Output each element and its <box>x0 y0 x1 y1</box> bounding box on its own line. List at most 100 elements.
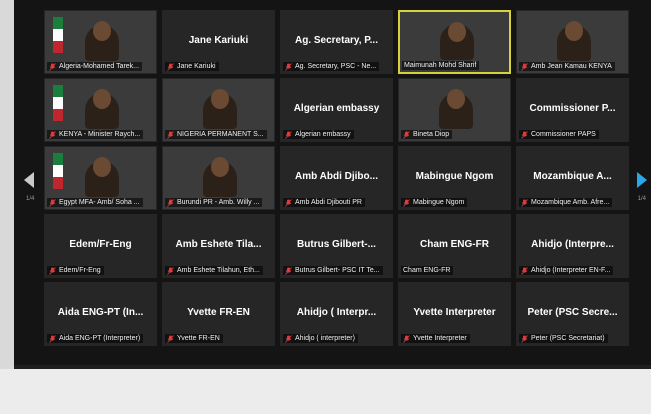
page-indicator-right: 1/4 <box>637 196 646 202</box>
participant-label: Cham ENG-FR <box>401 266 454 275</box>
participant-tile[interactable]: Maimunah Mohd Sharif <box>398 10 511 74</box>
participant-label-text: Bineta Diop <box>413 131 450 138</box>
participant-tile[interactable]: Amb Abdi Djibo... Amb Abdi Djibouti PR <box>280 146 393 210</box>
participant-tile[interactable]: Ahidjo ( Interpr... Ahidjo ( interpreter) <box>280 282 393 346</box>
participant-display-name: Yvette Interpreter <box>413 307 496 318</box>
participant-display-name: Commissioner P... <box>529 103 616 114</box>
desktop-edge <box>0 0 14 369</box>
participant-label-text: Ahidjo ( interpreter) <box>295 335 355 342</box>
participant-label-text: Butrus Gilbert- PSC IT Te... <box>295 267 380 274</box>
participant-label-text: Edem/Fr-Eng <box>59 267 101 274</box>
participant-display-name: Amb Eshete Tila... <box>175 239 262 250</box>
previous-page-icon[interactable] <box>24 172 34 188</box>
flag-graphic <box>53 17 63 53</box>
participant-display-name: Ahidjo ( Interpr... <box>296 307 377 318</box>
participant-label-text: Yvette FR-EN <box>177 335 220 342</box>
participant-label: KENYA - Minister Raych... <box>47 130 144 139</box>
participant-label-text: Mabingue Ngom <box>413 199 465 206</box>
participant-label-text: Ag. Secretary, PSC - Ne... <box>295 63 377 70</box>
participant-video-head <box>565 21 583 41</box>
participant-tile[interactable]: KENYA - Minister Raych... <box>44 78 157 142</box>
participant-label: Jane Kariuki <box>165 62 219 71</box>
muted-microphone-icon <box>167 62 174 71</box>
participant-label: Egypt MFA- Amb/ Soha ... <box>47 198 143 207</box>
muted-microphone-icon <box>521 266 528 275</box>
participant-label: Butrus Gilbert- PSC IT Te... <box>283 266 383 275</box>
muted-microphone-icon <box>167 266 174 275</box>
participant-label: Yvette Interpreter <box>401 334 470 343</box>
participant-display-name: Aida ENG-PT (In... <box>57 307 144 318</box>
participant-tile[interactable]: Mozambique A... Mozambique Amb. Afre... <box>516 146 629 210</box>
participant-label-text: NIGERIA PERMANENT S... <box>177 131 264 138</box>
participant-tile[interactable]: Algeria-Mohamed Tarek... <box>44 10 157 74</box>
muted-microphone-icon <box>167 334 174 343</box>
muted-microphone-icon <box>167 130 174 139</box>
muted-microphone-icon <box>403 130 410 139</box>
participant-label-text: Cham ENG-FR <box>403 267 451 274</box>
participant-label: Maimunah Mohd Sharif <box>402 61 480 70</box>
participant-display-name: Jane Kariuki <box>188 35 249 46</box>
participant-tile[interactable]: NIGERIA PERMANENT S... <box>162 78 275 142</box>
participant-tile[interactable]: Aida ENG-PT (In... Aida ENG-PT (Interpret… <box>44 282 157 346</box>
participant-display-name: Ahidjo (Interpre... <box>531 239 614 250</box>
participant-label: Bineta Diop <box>401 130 453 139</box>
participant-label-text: Amb Abdi Djibouti PR <box>295 199 362 206</box>
participant-tile[interactable]: Cham ENG-FR Cham ENG-FR <box>398 214 511 278</box>
participant-label: Mabingue Ngom <box>401 198 468 207</box>
participant-display-name: Yvette FR-EN <box>187 307 250 318</box>
participant-label-text: Algeria-Mohamed Tarek... <box>59 63 140 70</box>
muted-microphone-icon <box>167 198 174 207</box>
participant-tile[interactable]: Yvette Interpreter Yvette Interpreter <box>398 282 511 346</box>
participant-label-text: Mozambique Amb. Afre... <box>531 199 610 206</box>
participant-label: Amb Jean Kamau KENYA <box>519 62 615 71</box>
participant-label: Amb Eshete Tilahun, Eth... <box>165 266 263 275</box>
participant-tile[interactable]: Edem/Fr-Eng Edem/Fr-Eng <box>44 214 157 278</box>
muted-microphone-icon <box>285 266 292 275</box>
muted-microphone-icon <box>285 62 292 71</box>
participant-tile[interactable]: Ag. Secretary, P... Ag. Secretary, PSC - … <box>280 10 393 74</box>
participant-label-text: Amb Eshete Tilahun, Eth... <box>177 267 260 274</box>
muted-microphone-icon <box>49 62 56 71</box>
participant-tile[interactable]: Egypt MFA- Amb/ Soha ... <box>44 146 157 210</box>
participant-tile[interactable]: Butrus Gilbert-... Butrus Gilbert- PSC IT… <box>280 214 393 278</box>
muted-microphone-icon <box>49 266 56 275</box>
muted-microphone-icon <box>521 334 528 343</box>
participant-tile[interactable]: Yvette FR-EN Yvette FR-EN <box>162 282 275 346</box>
participant-tile[interactable]: Ahidjo (Interpre... Ahidjo (Interpreter E… <box>516 214 629 278</box>
participant-tile[interactable]: Amb Jean Kamau KENYA <box>516 10 629 74</box>
participant-tile[interactable]: Amb Eshete Tila... Amb Eshete Tilahun, Et… <box>162 214 275 278</box>
participant-tile[interactable]: Burundi PR - Amb. Willy ... <box>162 146 275 210</box>
participant-display-name: Edem/Fr-Eng <box>69 239 132 250</box>
participant-label-text: Peter (PSC Secretariat) <box>531 335 605 342</box>
participant-video-head <box>93 157 111 177</box>
muted-microphone-icon <box>285 130 292 139</box>
muted-microphone-icon <box>49 130 56 139</box>
participant-tile[interactable]: Peter (PSC Secre... Peter (PSC Secretaria… <box>516 282 629 346</box>
muted-microphone-icon <box>49 334 56 343</box>
participant-tile[interactable]: Mabingue Ngom Mabingue Ngom <box>398 146 511 210</box>
participant-label-text: Yvette Interpreter <box>413 335 467 342</box>
participant-tile[interactable]: Algerian embassy Algerian embassy <box>280 78 393 142</box>
meeting-gallery-window: 1/4 Algeria-Mohamed Tarek... Jane Kariuki… <box>14 0 651 369</box>
muted-microphone-icon <box>403 334 410 343</box>
participant-label: Aida ENG-PT (Interpreter) <box>47 334 144 343</box>
participant-label: Amb Abdi Djibouti PR <box>283 198 365 207</box>
participant-display-name: Peter (PSC Secre... <box>527 307 618 318</box>
participant-tile[interactable]: Jane Kariuki Jane Kariuki <box>162 10 275 74</box>
muted-microphone-icon <box>521 198 528 207</box>
participant-tile[interactable]: Bineta Diop <box>398 78 511 142</box>
participant-video-head <box>447 89 465 109</box>
participant-label-text: Algerian embassy <box>295 131 351 138</box>
participant-label-text: KENYA - Minister Raych... <box>59 131 141 138</box>
participant-display-name: Ag. Secretary, P... <box>294 35 378 46</box>
participant-label: Peter (PSC Secretariat) <box>519 334 608 343</box>
page-indicator-left: 1/4 <box>26 196 35 202</box>
next-page-icon[interactable] <box>637 172 647 188</box>
participant-tile[interactable]: Commissioner P... Commissioner PAPS <box>516 78 629 142</box>
participant-display-name: Algerian embassy <box>293 103 380 114</box>
participant-label: Algerian embassy <box>283 130 354 139</box>
participant-display-name: Mozambique A... <box>533 171 612 182</box>
participant-label: Ahidjo ( interpreter) <box>283 334 358 343</box>
participant-label-text: Egypt MFA- Amb/ Soha ... <box>59 199 140 206</box>
participant-label-text: Jane Kariuki <box>177 63 216 70</box>
